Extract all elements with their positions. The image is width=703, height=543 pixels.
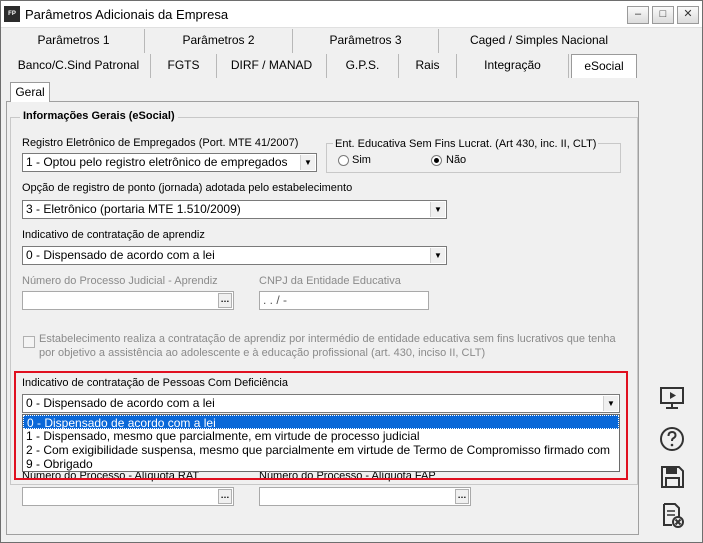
title-bar: FP Parâmetros Adicionais da Empresa ‒ □ … — [1, 1, 702, 28]
group-title: Informações Gerais (eSocial) — [20, 110, 178, 122]
maximize-button[interactable]: □ — [652, 6, 674, 24]
presentation-icon[interactable] — [658, 384, 686, 412]
ent-educativa-label: Ent. Educativa Sem Fins Lucrat. (Art 430… — [333, 138, 599, 150]
tab-parametros-2[interactable]: Parâmetros 2 — [145, 29, 293, 53]
pcd-select[interactable]: 0 - Dispensado de acordo com a lei ▼ — [22, 394, 620, 413]
chevron-down-icon: ▼ — [603, 396, 618, 411]
save-icon[interactable] — [658, 463, 686, 491]
subtab-geral[interactable]: Geral — [10, 82, 50, 102]
ponto-label: Opção de registro de ponto (jornada) ado… — [22, 182, 353, 194]
proc-rat-input[interactable]: … — [22, 487, 234, 506]
radio-nao[interactable] — [431, 155, 442, 166]
pcd-option-9[interactable]: 9 - Obrigado — [23, 457, 619, 471]
close-button[interactable]: ✕ — [677, 6, 699, 24]
chevron-down-icon: ▼ — [430, 248, 445, 263]
registro-select[interactable]: 1 - Optou pelo registro eletrônico de em… — [22, 153, 317, 172]
ponto-select[interactable]: 3 - Eletrônico (portaria MTE 1.510/2009)… — [22, 200, 447, 219]
processo-aprendiz-input[interactable]: … — [22, 291, 234, 310]
tab-row-1: Parâmetros 1 Parâmetros 2 Parâmetros 3 C… — [3, 29, 639, 54]
ellipsis-button[interactable]: … — [218, 489, 232, 504]
pcd-dropdown-list: 0 - Dispensado de acordo com a lei 1 - D… — [22, 414, 620, 472]
tab-gps[interactable]: G.P.S. — [327, 54, 399, 78]
main-window: FP Parâmetros Adicionais da Empresa ‒ □ … — [0, 0, 703, 543]
ellipsis-button[interactable]: … — [455, 489, 469, 504]
cnpj-entidade-input[interactable]: . . / - — [259, 291, 429, 310]
app-icon: FP — [4, 6, 20, 22]
chevron-down-icon: ▼ — [430, 202, 445, 217]
registro-value: 1 - Optou pelo registro eletrônico de em… — [26, 155, 288, 169]
checkbox-text-line1: Estabelecimento realiza a contratação de… — [39, 333, 616, 345]
tab-integracao[interactable]: Integração — [457, 54, 569, 78]
help-icon[interactable] — [658, 425, 686, 453]
tab-rais[interactable]: Rais — [399, 54, 457, 78]
cnpj-entidade-label: CNPJ da Entidade Educativa — [259, 275, 401, 287]
ellipsis-button[interactable]: … — [218, 293, 232, 308]
pcd-option-2[interactable]: 2 - Com exigibilidade suspensa, mesmo qu… — [23, 443, 619, 457]
cancel-document-icon[interactable] — [658, 501, 686, 529]
chevron-down-icon: ▼ — [300, 155, 315, 170]
tab-parametros-1[interactable]: Parâmetros 1 — [3, 29, 145, 53]
aprendiz-value: 0 - Dispensado de acordo com a lei — [26, 248, 215, 262]
pcd-label: Indicativo de contratação de Pessoas Com… — [22, 377, 288, 389]
processo-aprendiz-label: Número do Processo Judicial - Aprendiz — [22, 275, 218, 287]
window-title: Parâmetros Adicionais da Empresa — [25, 7, 229, 22]
pcd-option-0[interactable]: 0 - Dispensado de acordo com a lei — [23, 415, 619, 430]
tab-row-2: Banco/C.Sind Patronal FGTS DIRF / MANAD … — [3, 54, 639, 79]
radio-sim-label: Sim — [352, 154, 371, 166]
tab-parametros-3[interactable]: Parâmetros 3 — [293, 29, 439, 53]
ponto-value: 3 - Eletrônico (portaria MTE 1.510/2009) — [26, 202, 241, 216]
aprendiz-select[interactable]: 0 - Dispensado de acordo com a lei ▼ — [22, 246, 447, 265]
aprendiz-label: Indicativo de contratação de aprendiz — [22, 229, 205, 241]
aprendiz-entidade-checkbox[interactable] — [23, 336, 35, 348]
proc-fap-input[interactable]: … — [259, 487, 471, 506]
tab-banco-sind[interactable]: Banco/C.Sind Patronal — [7, 54, 151, 78]
tab-caged-simples[interactable]: Caged / Simples Nacional — [439, 29, 639, 53]
minimize-button[interactable]: ‒ — [627, 6, 649, 24]
checkbox-text-line2: por objetivo a assistência ao adolescent… — [39, 347, 486, 359]
tab-esocial[interactable]: eSocial — [571, 54, 637, 78]
pcd-option-1[interactable]: 1 - Dispensado, mesmo que parcialmente, … — [23, 429, 619, 443]
radio-sim[interactable] — [338, 155, 349, 166]
radio-nao-label: Não — [446, 154, 467, 166]
registro-label: Registro Eletrônico de Empregados (Port.… — [22, 137, 299, 149]
tab-fgts[interactable]: FGTS — [151, 54, 217, 78]
tab-dirf-manad[interactable]: DIRF / MANAD — [217, 54, 327, 78]
pcd-value: 0 - Dispensado de acordo com a lei — [26, 396, 215, 410]
